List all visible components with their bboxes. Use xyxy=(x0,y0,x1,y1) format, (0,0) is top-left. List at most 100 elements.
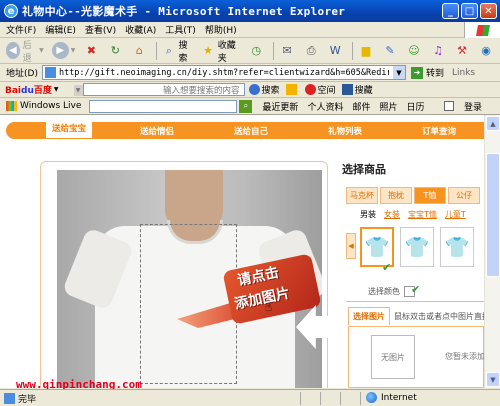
mail-button[interactable]: ✉ xyxy=(277,40,297,62)
page-icon xyxy=(4,392,15,404)
web-content: 送给宝宝 送给情侣 送给自己 礼物列表 订单查询 请点击 添加图片 ☝ 选择商品… xyxy=(0,115,484,388)
baidu-rich-button[interactable]: 搜藏 xyxy=(341,83,373,96)
live-checkbox[interactable] xyxy=(443,101,454,111)
history-button[interactable]: ◷ xyxy=(246,40,266,62)
security-zone: Internet xyxy=(366,392,417,403)
image-panel: 无图片 您暂未添加 xyxy=(348,326,484,388)
chevron-down-icon: ▼ xyxy=(39,47,44,54)
tool-button[interactable]: ⚒ xyxy=(452,40,472,62)
stop-button[interactable]: ✖ xyxy=(81,40,101,62)
baidu-icon-button[interactable] xyxy=(285,84,299,95)
tshirt-preview[interactable]: 请点击 添加图片 ☝ xyxy=(57,170,322,388)
sub-baby-tee[interactable]: 宝宝T恤 xyxy=(408,209,437,220)
maximize-button[interactable]: □ xyxy=(461,3,478,19)
tab-doll[interactable]: 公仔 xyxy=(448,187,480,204)
tab-tshirt[interactable]: T恤 xyxy=(414,187,446,204)
toolbar-separator xyxy=(352,41,353,60)
pen-button[interactable]: ✎ xyxy=(380,40,400,62)
media-button[interactable]: ♫ xyxy=(428,40,448,62)
check-icon: ✔ xyxy=(411,283,421,296)
signin-button[interactable]: 登录 xyxy=(464,100,482,113)
live-search-button[interactable]: ⌕ xyxy=(239,99,253,113)
research-button[interactable]: ◉ xyxy=(476,40,496,62)
word-icon: W xyxy=(329,44,341,57)
search-button[interactable]: ⌕ 搜索 xyxy=(160,40,195,64)
live-item-updates[interactable]: 最近更新 xyxy=(262,100,298,113)
live-search-input[interactable] xyxy=(89,99,238,113)
baidu-logo[interactable]: Baidu百度 xyxy=(5,83,52,96)
live-item-profile[interactable]: 个人资料 xyxy=(307,100,343,113)
chevron-left-icon[interactable]: ◀ xyxy=(346,233,356,259)
menu-view[interactable]: 查看(V) xyxy=(85,23,116,36)
go-button[interactable]: 转到 xyxy=(426,66,444,79)
live-item-calendar[interactable]: 日历 xyxy=(406,100,424,113)
search-icon: ⌕ xyxy=(165,43,172,57)
baidu-search-input[interactable]: ▼ 输入想要搜索的内容 xyxy=(73,83,245,96)
sub-men[interactable]: 男装 xyxy=(360,209,376,220)
address-url[interactable]: http://gift.neoimaging.cn/diy.shtm?refer… xyxy=(59,68,389,78)
address-bar: 地址(D) http://gift.neoimaging.cn/diy.shtm… xyxy=(0,64,500,82)
media-icon: ♫ xyxy=(433,44,443,57)
paw-icon xyxy=(248,84,260,95)
sub-kids-tee[interactable]: 儿童T xyxy=(445,209,466,220)
nav-self[interactable]: 送给自己 xyxy=(234,125,268,137)
product-thumb[interactable]: 👕 xyxy=(400,227,434,267)
no-image-placeholder[interactable]: 无图片 xyxy=(371,335,415,379)
windows-live-logo[interactable]: Windows Live xyxy=(6,101,81,111)
site-nav: 送给宝宝 送给情侣 送给自己 礼物列表 订单查询 xyxy=(6,120,484,139)
windows-live-toolbar: Windows Live ⌕ 最近更新 个人资料 邮件 照片 日历 登录 xyxy=(0,98,500,115)
close-button[interactable]: ✕ xyxy=(480,3,497,19)
nav-baby[interactable]: 送给宝宝 xyxy=(46,120,93,138)
baidu-search-button[interactable]: 搜索 xyxy=(248,83,280,96)
scroll-down-icon[interactable]: ▼ xyxy=(486,372,500,387)
home-button[interactable]: ⌂ xyxy=(129,40,149,62)
refresh-button[interactable]: ↻ xyxy=(105,40,125,62)
nav-orders[interactable]: 订单查询 xyxy=(422,125,456,137)
product-thumbnails: ◀ 👕 👕 👕 ✔ xyxy=(346,223,484,279)
tab-select-image[interactable]: 选择图片 xyxy=(348,307,390,325)
go-arrow-icon[interactable]: ➜ xyxy=(410,66,423,79)
scroll-thumb[interactable] xyxy=(486,153,500,277)
sub-women[interactable]: 女装 xyxy=(384,209,400,220)
live-item-photos[interactable]: 照片 xyxy=(379,100,397,113)
divider xyxy=(346,301,484,302)
menu-edit[interactable]: 编辑(E) xyxy=(45,23,76,36)
window-title: 礼物中心--光影魔术手 - Microsoft Internet Explore… xyxy=(22,5,346,18)
print-button[interactable]: ⎙ xyxy=(301,40,321,62)
tab-pillow[interactable]: 抱枕 xyxy=(380,187,412,204)
favorites-button[interactable]: ★ 收藏夹 xyxy=(199,40,242,64)
panel-hint: 鼠标双击或者点中图片直拼 xyxy=(394,311,484,321)
address-input[interactable]: http://gift.neoimaging.cn/diy.shtm?refer… xyxy=(41,65,406,80)
back-arrow-icon: ◀ xyxy=(6,42,20,59)
menu-favorites[interactable]: 收藏(A) xyxy=(125,23,156,36)
forward-button[interactable]: ▶ ▼ xyxy=(50,40,78,62)
minimize-button[interactable]: _ xyxy=(442,3,459,19)
links-button[interactable]: Links xyxy=(452,68,475,78)
menu-help[interactable]: 帮助(H) xyxy=(205,23,237,36)
chevron-down-icon[interactable]: ▼ xyxy=(73,85,83,96)
add-image-banner[interactable]: 请点击 添加图片 ☝ xyxy=(177,253,322,338)
folder-icon: ▆ xyxy=(361,44,371,57)
menu-tools[interactable]: 工具(T) xyxy=(165,23,196,36)
research-icon: ◉ xyxy=(481,44,491,57)
not-uploaded-text: 您暂未添加 xyxy=(445,352,484,361)
chevron-down-icon[interactable]: ▼ xyxy=(392,66,405,79)
chevron-down-icon[interactable]: ▼ xyxy=(54,86,59,93)
edit-button[interactable]: W xyxy=(325,40,345,62)
folder-button[interactable]: ▆ xyxy=(356,40,376,62)
baidu-space-button[interactable]: 空间 xyxy=(304,83,336,96)
live-item-mail[interactable]: 邮件 xyxy=(352,100,370,113)
menu-file[interactable]: 文件(F) xyxy=(6,23,36,36)
stop-icon: ✖ xyxy=(86,44,96,57)
scroll-up-icon[interactable]: ▲ xyxy=(486,116,500,131)
title-bar: e 礼物中心--光影魔术手 - Microsoft Internet Explo… xyxy=(0,0,500,22)
nav-gift-list[interactable]: 礼物列表 xyxy=(328,125,362,137)
refresh-icon: ↻ xyxy=(110,44,120,57)
back-button[interactable]: ◀ 后退 ▼ xyxy=(4,40,46,64)
product-thumb[interactable]: 👕 xyxy=(440,227,474,267)
vertical-scrollbar[interactable]: ▲ ▼ xyxy=(484,115,500,388)
nav-lovers[interactable]: 送给情侣 xyxy=(140,125,174,137)
tab-mug[interactable]: 马克杯 xyxy=(346,187,378,204)
history-icon: ◷ xyxy=(251,44,262,57)
messenger-button[interactable]: ☺ xyxy=(404,40,424,62)
